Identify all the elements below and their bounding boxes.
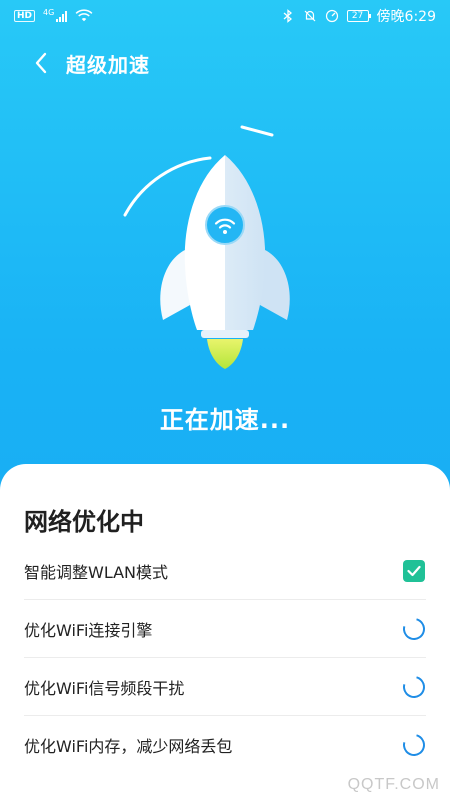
rocket-illustration <box>100 110 350 380</box>
status-bar-right: 27 傍晚6:29 <box>281 6 436 26</box>
signal-icon <box>56 10 68 22</box>
panel-title: 网络优化中 <box>24 508 144 536</box>
task-status <box>398 729 430 761</box>
app-header: 超级加速 <box>0 42 450 84</box>
acceleration-status: 正在加速... <box>159 406 291 434</box>
chevron-left-icon <box>35 52 47 74</box>
bluetooth-icon <box>283 9 292 23</box>
checkmark-icon <box>403 559 425 582</box>
loading-spinner-icon <box>398 613 430 644</box>
status-bar-left: HD 4G <box>14 7 93 23</box>
task-label: 优化WiFi信号频段干扰 <box>24 678 185 698</box>
task-label: 优化WiFi连接引擎 <box>24 620 153 640</box>
task-item: 优化WiFi连接引擎 <box>24 600 430 658</box>
loading-spinner-icon <box>398 729 430 761</box>
back-button[interactable] <box>20 42 62 84</box>
page-title: 超级加速 <box>66 52 150 77</box>
optimization-panel: 网络优化中 智能调整WLAN模式 优化WiFi连接引擎 优化WiFi信号频段干扰 <box>0 464 450 800</box>
task-status <box>402 559 426 582</box>
mute-bell-icon <box>304 10 315 22</box>
wifi-status-icon <box>75 9 93 22</box>
rocket-icon <box>160 155 290 369</box>
speed-gauge-icon <box>325 9 338 23</box>
task-status <box>398 671 430 702</box>
task-list: 智能调整WLAN模式 优化WiFi连接引擎 优化WiFi信号频段干扰 优化WiF… <box>24 542 430 774</box>
task-item: 优化WiFi内存，减少网络丢包 <box>24 716 430 774</box>
wifi-icon <box>214 218 236 234</box>
status-bar: HD 4G 27 傍晚6:29 <box>0 0 450 32</box>
task-label: 优化WiFi内存，减少网络丢包 <box>24 737 233 756</box>
loading-spinner-icon <box>398 671 430 702</box>
task-item: 智能调整WLAN模式 <box>24 542 426 600</box>
task-label: 智能调整WLAN模式 <box>24 562 169 582</box>
network-type: 4G <box>43 7 55 17</box>
hd-badge: HD <box>14 10 36 22</box>
task-item: 优化WiFi信号频段干扰 <box>24 658 430 716</box>
status-time: 傍晚6:29 <box>376 9 436 25</box>
battery-icon: 27 <box>346 10 371 22</box>
task-status <box>398 613 430 644</box>
watermark: QQTF.COM <box>347 776 440 793</box>
